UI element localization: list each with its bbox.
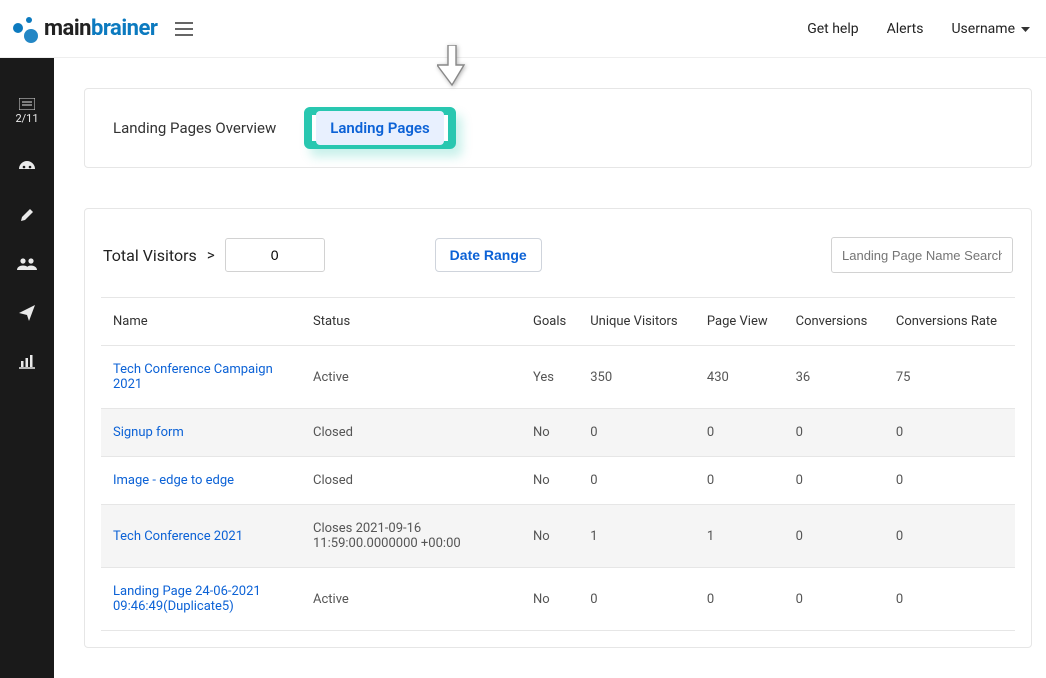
- dashboard-icon[interactable]: [18, 159, 36, 173]
- row-conv-rate: 0: [884, 505, 1015, 568]
- alerts-link[interactable]: Alerts: [887, 21, 924, 37]
- callout-arrow-icon: [437, 45, 467, 91]
- row-conversions: 0: [784, 568, 884, 631]
- logo[interactable]: mainbrainer: [10, 15, 157, 43]
- table-row: Image - edge to edgeClosedNo0000: [101, 457, 1015, 505]
- logo-icon: [10, 15, 38, 43]
- table-row: Landing Page 24-06-2021 09:46:49(Duplica…: [101, 568, 1015, 631]
- row-page-view: 1: [695, 505, 784, 568]
- table-header-row: Name Status Goals Unique Visitors Page V…: [101, 298, 1015, 346]
- sidebar-counter-label: 2/11: [15, 112, 38, 125]
- row-status: Active: [301, 568, 521, 631]
- app-header: mainbrainer Get help Alerts Username: [0, 0, 1046, 58]
- row-conversions: 0: [784, 457, 884, 505]
- users-icon[interactable]: [17, 257, 37, 271]
- row-conv-rate: 0: [884, 409, 1015, 457]
- row-goals: Yes: [521, 346, 578, 409]
- row-goals: No: [521, 505, 578, 568]
- tab-landing-pages[interactable]: Landing Pages: [316, 111, 443, 145]
- row-name-link[interactable]: Signup form: [113, 425, 184, 440]
- row-unique: 0: [578, 409, 695, 457]
- row-name-link[interactable]: Image - edge to edge: [113, 473, 234, 488]
- search-input[interactable]: [831, 237, 1013, 273]
- row-name-link[interactable]: Landing Page 24-06-2021 09:46:49(Duplica…: [113, 584, 261, 614]
- sidebar: 2/11: [0, 58, 54, 678]
- table-row: Signup formClosedNo0000: [101, 409, 1015, 457]
- landing-pages-table: Name Status Goals Unique Visitors Page V…: [101, 297, 1015, 631]
- row-goals: No: [521, 457, 578, 505]
- get-help-link[interactable]: Get help: [807, 21, 858, 37]
- row-page-view: 0: [695, 457, 784, 505]
- row-page-view: 0: [695, 568, 784, 631]
- col-unique[interactable]: Unique Visitors: [578, 298, 695, 346]
- row-name-link[interactable]: Tech Conference Campaign 2021: [113, 362, 273, 392]
- send-icon[interactable]: [19, 305, 35, 321]
- row-status: Active: [301, 346, 521, 409]
- row-status: Closed: [301, 409, 521, 457]
- col-goals[interactable]: Goals: [521, 298, 578, 346]
- chevron-down-icon: [1021, 21, 1030, 37]
- row-unique: 1: [578, 505, 695, 568]
- hamburger-icon[interactable]: [175, 22, 193, 36]
- tabs-panel: Landing Pages Overview Landing Pages: [84, 88, 1032, 168]
- row-unique: 350: [578, 346, 695, 409]
- data-panel: Total Visitors > Date Range Name Status …: [84, 208, 1032, 648]
- row-status: Closed: [301, 457, 521, 505]
- pencil-icon[interactable]: [19, 207, 35, 223]
- table-row: Tech Conference Campaign 2021 ActiveYes35…: [101, 346, 1015, 409]
- username-menu[interactable]: Username: [951, 21, 1030, 37]
- username-label: Username: [951, 21, 1015, 37]
- tab-overview[interactable]: Landing Pages Overview: [103, 113, 286, 143]
- row-status: Closes 2021-09-16 11:59:00.0000000 +00:0…: [301, 505, 521, 568]
- col-page-view[interactable]: Page View: [695, 298, 784, 346]
- row-unique: 0: [578, 457, 695, 505]
- total-visitors-label: Total Visitors: [103, 246, 197, 265]
- total-visitors-input[interactable]: [225, 238, 325, 272]
- row-conversions: 0: [784, 409, 884, 457]
- greater-than-label: >: [207, 246, 215, 264]
- sidebar-item-counter[interactable]: 2/11: [15, 98, 38, 125]
- main-content: Landing Pages Overview Landing Pages Tot…: [54, 58, 1046, 678]
- row-conv-rate: 0: [884, 568, 1015, 631]
- tab-highlight: Landing Pages: [304, 107, 455, 149]
- row-name-link[interactable]: Tech Conference 2021: [113, 529, 243, 544]
- row-goals: No: [521, 409, 578, 457]
- col-status[interactable]: Status: [301, 298, 521, 346]
- col-conv-rate[interactable]: Conversions Rate: [884, 298, 1015, 346]
- table-row: Tech Conference 2021 Closes 2021-09-16 11…: [101, 505, 1015, 568]
- counter-icon: [19, 98, 35, 110]
- row-conversions: 0: [784, 505, 884, 568]
- row-conv-rate: 75: [884, 346, 1015, 409]
- row-conv-rate: 0: [884, 457, 1015, 505]
- row-page-view: 430: [695, 346, 784, 409]
- row-page-view: 0: [695, 409, 784, 457]
- row-goals: No: [521, 568, 578, 631]
- filters-bar: Total Visitors > Date Range: [101, 237, 1015, 297]
- logo-text: mainbrainer: [44, 16, 157, 41]
- row-conversions: 36: [784, 346, 884, 409]
- col-conversions[interactable]: Conversions: [784, 298, 884, 346]
- col-name[interactable]: Name: [101, 298, 301, 346]
- date-range-button[interactable]: Date Range: [435, 238, 542, 272]
- chart-icon[interactable]: [19, 355, 35, 369]
- row-unique: 0: [578, 568, 695, 631]
